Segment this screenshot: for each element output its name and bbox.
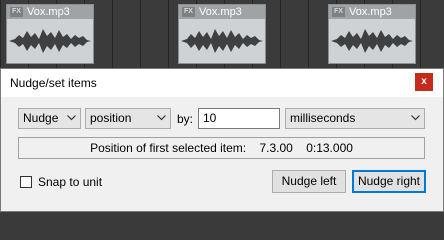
media-item-header: FX Vox.mp3 xyxy=(179,5,265,19)
media-item-3[interactable]: FX Vox.mp3 xyxy=(328,4,416,64)
position-beats: 7.3.00 xyxy=(259,141,293,155)
close-button[interactable]: x xyxy=(415,73,433,91)
position-info-label: Position of first selected item: xyxy=(90,141,247,155)
property-select[interactable]: position xyxy=(85,108,171,129)
chevron-down-icon xyxy=(157,115,166,121)
unit-select[interactable]: milliseconds xyxy=(285,108,425,129)
fx-icon[interactable]: FX xyxy=(10,7,23,17)
action-select[interactable]: Nudge xyxy=(18,108,81,129)
media-item-header: FX Vox.mp3 xyxy=(7,5,93,19)
position-time: 0:13.000 xyxy=(306,141,353,155)
waveform xyxy=(9,29,91,53)
nudge-left-button[interactable]: Nudge left xyxy=(272,170,346,193)
amount-input-value: 10 xyxy=(203,111,217,125)
snap-to-unit-label: Snap to unit xyxy=(38,175,103,189)
waveform xyxy=(331,29,413,53)
position-info: Position of first selected item: 7.3.00 … xyxy=(18,137,425,159)
nudge-right-button[interactable]: Nudge right xyxy=(352,170,426,193)
media-item-2[interactable]: FX Vox.mp3 xyxy=(178,4,266,64)
close-icon: x xyxy=(421,76,427,87)
arrange-view: FX Vox.mp3 FX Vox.mp3 FX Vox.mp3 xyxy=(0,0,444,70)
media-item-header: FX Vox.mp3 xyxy=(329,5,415,19)
media-item-name: Vox.mp3 xyxy=(349,6,392,18)
dialog-title: Nudge/set items xyxy=(10,76,97,90)
media-item-1[interactable]: FX Vox.mp3 xyxy=(6,4,94,64)
fx-icon[interactable]: FX xyxy=(332,7,345,17)
nudge-dialog: Nudge/set items x Nudge position by: 10 … xyxy=(0,68,444,212)
amount-input[interactable]: 10 xyxy=(198,108,280,129)
by-label: by: xyxy=(177,112,194,126)
media-item-name: Vox.mp3 xyxy=(27,6,70,18)
unit-select-value: milliseconds xyxy=(290,111,356,125)
fx-icon[interactable]: FX xyxy=(182,7,195,17)
snap-to-unit-checkbox[interactable] xyxy=(20,176,32,188)
media-item-name: Vox.mp3 xyxy=(199,6,242,18)
waveform xyxy=(181,29,263,53)
dialog-titlebar[interactable]: Nudge/set items x xyxy=(1,69,443,97)
chevron-down-icon xyxy=(411,115,420,121)
chevron-down-icon xyxy=(67,115,76,121)
action-select-value: Nudge xyxy=(23,111,59,125)
property-select-value: position xyxy=(90,111,132,125)
